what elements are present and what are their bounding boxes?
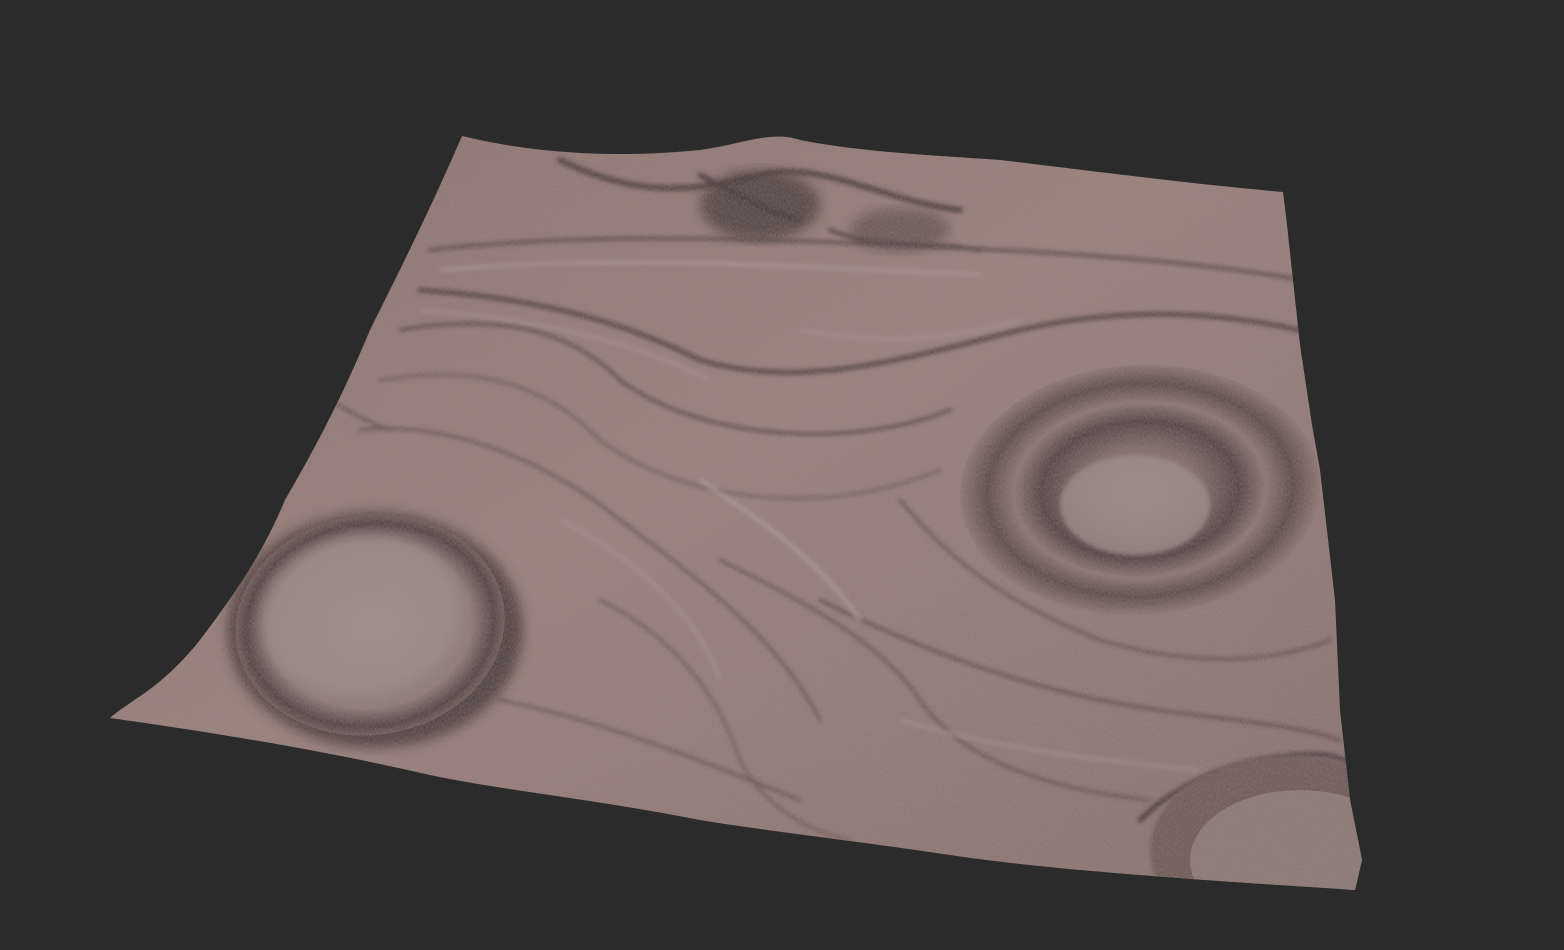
terrain-texture bbox=[110, 136, 1362, 890]
terrain-render bbox=[110, 136, 1362, 890]
3d-viewport[interactable] bbox=[0, 0, 1564, 950]
terrain-mesh bbox=[110, 136, 1362, 890]
